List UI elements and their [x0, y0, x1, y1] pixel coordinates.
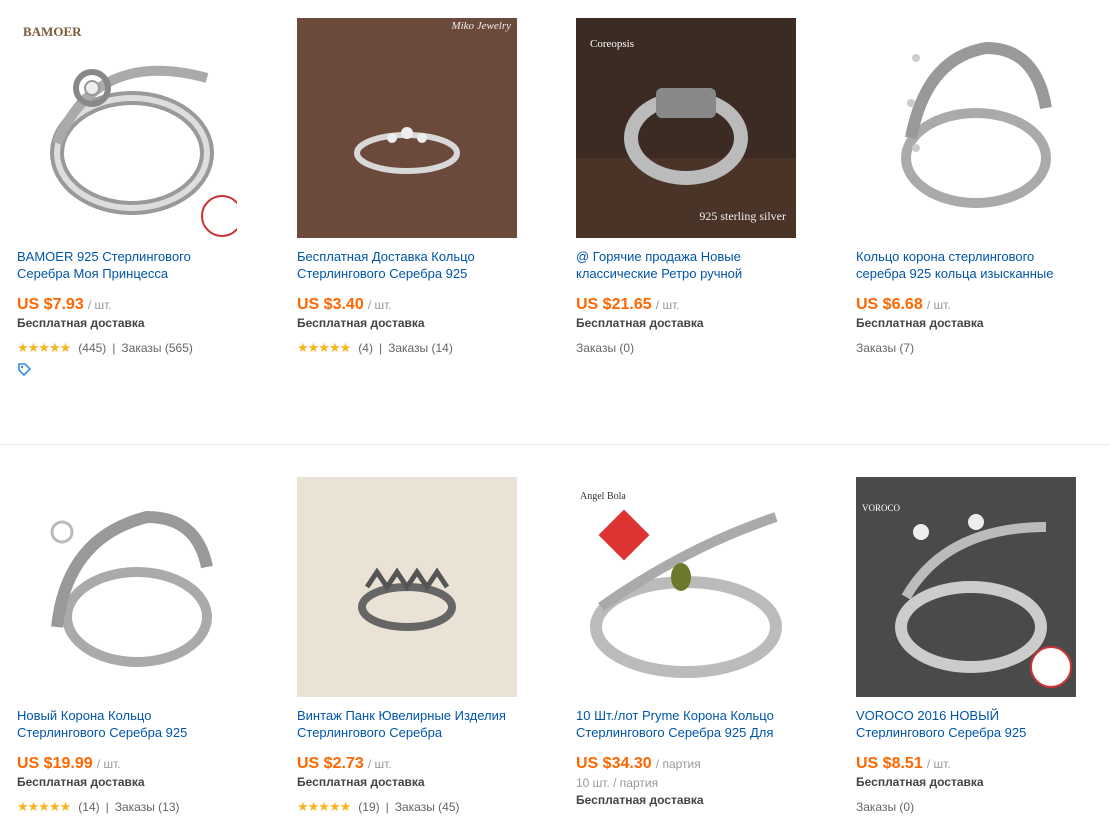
shipping-label: Бесплатная доставка — [297, 775, 425, 789]
star-icon: ★★★★★ — [17, 340, 71, 355]
order-count: Заказы (0) — [856, 800, 915, 814]
shipping-label: Бесплатная доставка — [297, 316, 425, 330]
product-card[interactable]: Coreopsis 925 sterling silver @ Горячие … — [576, 18, 801, 356]
order-count: Заказы (7) — [856, 341, 915, 355]
brand-logo: VOROCO — [862, 503, 901, 513]
product-title[interactable]: Бесплатная Доставка Кольцо Стерлингового… — [297, 248, 522, 282]
price-row: US $34.30 / партия — [576, 754, 801, 774]
brand-logo: Coreopsis — [590, 38, 634, 50]
product-title[interactable]: 10 Шт./лот Pryme Корона Кольцо Стерлинго… — [576, 707, 801, 741]
order-count: Заказы (13) — [114, 800, 180, 814]
price-row: US $21.65 / шт. — [576, 295, 801, 315]
price-unit: / шт. — [87, 298, 112, 312]
price-unit: / шт. — [96, 757, 121, 771]
review-count[interactable]: (4) — [358, 340, 373, 356]
price-row: US $2.73 / шт. — [297, 754, 522, 774]
price: US $7.93 — [17, 296, 84, 313]
price-row: US $19.99 / шт. — [17, 754, 242, 774]
shipping-label: Бесплатная доставка — [17, 316, 145, 330]
price-unit: / шт. — [926, 757, 951, 771]
price-row: US $3.40 / шт. — [297, 295, 522, 315]
order-count: Заказы (565) — [121, 341, 193, 355]
star-icon: ★★★★★ — [297, 799, 351, 814]
order-count: Заказы (0) — [576, 341, 635, 355]
rating-orders: ★★★★★ (14) | Заказы (13) — [17, 799, 180, 815]
product-image[interactable] — [297, 477, 517, 697]
star-icon: ★★★★★ — [297, 340, 351, 355]
price-unit: / партия — [655, 757, 701, 771]
price-unit: / шт. — [367, 757, 392, 771]
review-count[interactable]: (445) — [78, 340, 106, 356]
product-image[interactable] — [856, 18, 1076, 238]
product-title[interactable]: Кольцо корона стерлингового серебра 925 … — [856, 248, 1081, 282]
brand-logo: Miko Jewelry — [451, 20, 511, 32]
row-divider — [0, 444, 1110, 445]
price-row: US $8.51 / шт. — [856, 754, 1081, 774]
product-image[interactable]: Miko Jewelry — [297, 18, 517, 238]
product-title[interactable]: BAMOER 925 Стерлингового Серебра Моя При… — [17, 248, 242, 282]
product-card[interactable]: Кольцо корона стерлингового серебра 925 … — [856, 18, 1081, 356]
product-image[interactable]: BAMOER — [17, 18, 237, 238]
price-unit: / шт. — [926, 298, 951, 312]
coupon-icon[interactable] — [17, 362, 32, 377]
product-card[interactable]: VOROCO VOROCO 2016 НОВЫЙ Стерлингового С… — [856, 477, 1081, 815]
product-title[interactable]: @ Горячие продажа Новые классические Рет… — [576, 248, 801, 282]
rating-orders: Заказы (0) — [856, 799, 1081, 815]
star-icon: ★★★★★ — [17, 799, 71, 814]
product-image[interactable]: Angel Bola — [576, 477, 796, 697]
shipping-label: Бесплатная доставка — [856, 316, 984, 330]
brand-logo: Angel Bola — [580, 491, 626, 502]
price: US $2.73 — [297, 755, 364, 772]
price: US $8.51 — [856, 755, 923, 772]
rating-orders: Заказы (0) — [576, 340, 801, 356]
lot-size: 10 шт. / партия — [576, 776, 659, 790]
shipping-label: Бесплатная доставка — [856, 775, 984, 789]
price-unit: / шт. — [655, 298, 680, 312]
price-row: US $6.68 / шт. — [856, 295, 1081, 315]
shipping-label: Бесплатная доставка — [576, 316, 704, 330]
order-count: Заказы (14) — [388, 341, 453, 355]
product-title[interactable]: Новый Корона Кольцо Стерлингового Серебр… — [17, 707, 242, 741]
price-unit: / шт. — [367, 298, 392, 312]
price: US $3.40 — [297, 296, 364, 313]
rating-orders: ★★★★★ (445) | Заказы (565) — [17, 340, 193, 356]
rating-orders: ★★★★★ (19) | Заказы (45) — [297, 799, 460, 815]
product-card[interactable]: Винтаж Панк Ювелирные Изделия Стерлингов… — [297, 477, 522, 815]
price: US $19.99 — [17, 755, 93, 772]
shipping-label: Бесплатная доставка — [576, 793, 704, 807]
brand-logo: BAMOER — [23, 24, 82, 39]
product-card[interactable]: Новый Корона Кольцо Стерлингового Серебр… — [17, 477, 242, 815]
rating-orders: Заказы (7) — [856, 340, 1081, 356]
price: US $21.65 — [576, 296, 652, 313]
price: US $6.68 — [856, 296, 923, 313]
product-card[interactable]: Miko Jewelry Бесплатная Доставка Кольцо … — [297, 18, 522, 356]
rating-orders: ★★★★★ (4) | Заказы (14) — [297, 340, 453, 356]
price: US $34.30 — [576, 755, 652, 772]
review-count[interactable]: (19) — [358, 799, 379, 815]
product-card[interactable]: Angel Bola 10 Шт./лот Pryme Корона Кольц… — [576, 477, 801, 808]
watermark: 925 sterling silver — [699, 209, 786, 223]
order-count: Заказы (45) — [394, 800, 460, 814]
shipping-label: Бесплатная доставка — [17, 775, 145, 789]
product-title[interactable]: Винтаж Панк Ювелирные Изделия Стерлингов… — [297, 707, 522, 741]
product-image[interactable] — [17, 477, 237, 697]
product-image[interactable]: Coreopsis 925 sterling silver — [576, 18, 796, 238]
review-count[interactable]: (14) — [78, 799, 99, 815]
price-row: US $7.93 / шт. — [17, 295, 242, 315]
product-card[interactable]: BAMOER BAMOER 925 Стерлингового Серебра … — [17, 18, 242, 381]
product-image[interactable]: VOROCO — [856, 477, 1076, 697]
product-title[interactable]: VOROCO 2016 НОВЫЙ Стерлингового Серебра … — [856, 707, 1081, 741]
